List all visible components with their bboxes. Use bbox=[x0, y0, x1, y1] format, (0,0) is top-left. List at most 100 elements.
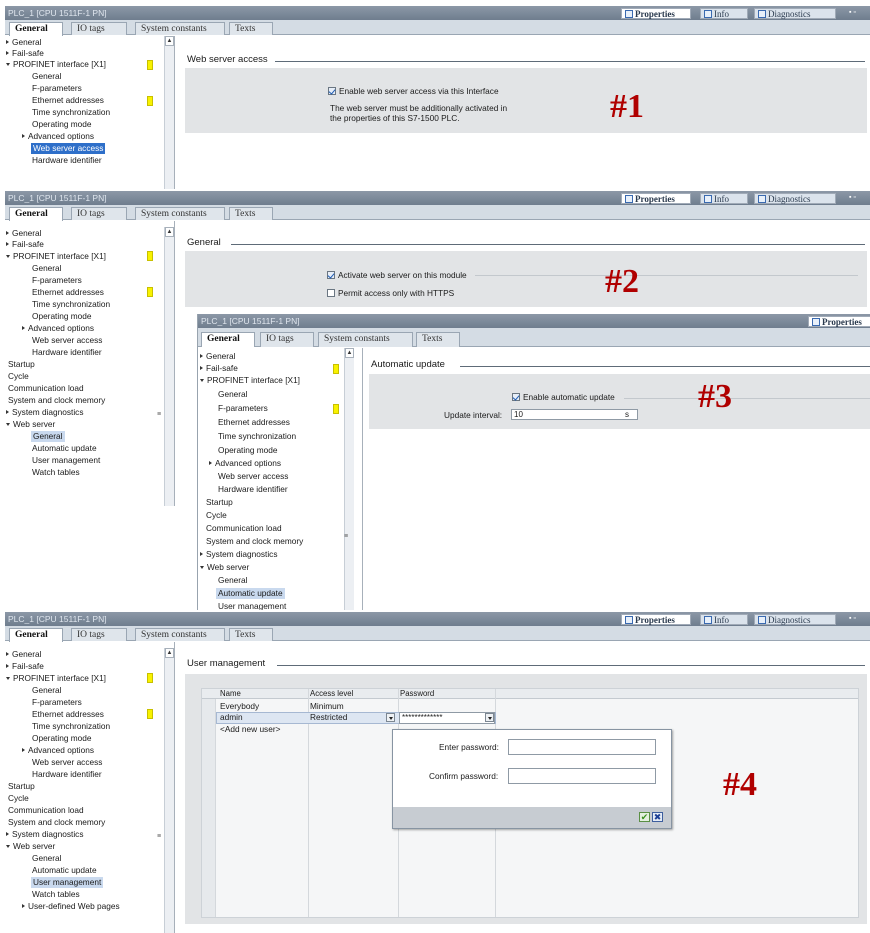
nav-auto-update[interactable]: Automatic update bbox=[32, 443, 97, 454]
nav-time-sync[interactable]: Time synchronization bbox=[32, 107, 110, 118]
nav-ws-general[interactable]: General bbox=[218, 575, 248, 586]
activate-web-server-checkbox[interactable]: Activate web server on this module bbox=[327, 270, 467, 280]
tab-info[interactable]: Info bbox=[700, 193, 748, 204]
expand-icon[interactable] bbox=[22, 326, 25, 330]
expand-icon[interactable] bbox=[6, 664, 9, 668]
nav-web-server[interactable]: Web server bbox=[6, 419, 55, 430]
expand-icon[interactable] bbox=[6, 40, 9, 44]
cancel-x-icon[interactable]: ✖ bbox=[652, 812, 663, 822]
expand-icon[interactable] bbox=[200, 366, 203, 370]
expand-icon[interactable] bbox=[22, 134, 25, 138]
tab-io-tags[interactable]: IO tags bbox=[71, 22, 127, 35]
scroll-up-icon[interactable]: ▲ bbox=[165, 36, 174, 46]
nav-advanced[interactable]: Advanced options bbox=[22, 323, 94, 334]
nav-startup[interactable]: Startup bbox=[8, 359, 35, 370]
tab-general[interactable]: General bbox=[9, 628, 63, 642]
scroll-up-icon[interactable]: ▲ bbox=[165, 227, 174, 237]
nav-web-access[interactable]: Web server access bbox=[32, 335, 102, 346]
nav-operating-mode[interactable]: Operating mode bbox=[32, 119, 92, 130]
nav-hw-id[interactable]: Hardware identifier bbox=[218, 484, 288, 495]
nav-comm-load[interactable]: Communication load bbox=[8, 805, 84, 816]
tab-general[interactable]: General bbox=[9, 22, 63, 36]
expand-icon[interactable] bbox=[6, 242, 9, 246]
nav-hw-id[interactable]: Hardware identifier bbox=[32, 155, 102, 166]
tab-properties[interactable]: Properties bbox=[621, 614, 691, 625]
nav-profinet[interactable]: PROFINET interface [X1] bbox=[6, 673, 106, 684]
nav-sys-clock[interactable]: System and clock memory bbox=[206, 536, 303, 547]
nav-advanced[interactable]: Advanced options bbox=[22, 745, 94, 756]
tab-properties[interactable]: Properties bbox=[621, 8, 691, 19]
nav-time-sync[interactable]: Time synchronization bbox=[218, 431, 296, 442]
nav-auto-update[interactable]: Automatic update bbox=[32, 865, 97, 876]
tab-texts[interactable]: Texts bbox=[229, 628, 273, 641]
https-only-checkbox[interactable]: Permit access only with HTTPS bbox=[327, 288, 454, 298]
scroll-up-icon[interactable]: ▲ bbox=[345, 348, 354, 358]
tab-system-constants[interactable]: System constants bbox=[318, 332, 413, 347]
nav-ethernet[interactable]: Ethernet addresses bbox=[218, 417, 290, 428]
nav-hw-id[interactable]: Hardware identifier bbox=[32, 769, 102, 780]
nav-f-parameters[interactable]: F-parameters bbox=[32, 697, 82, 708]
nav-web-access[interactable]: Web server access bbox=[218, 471, 288, 482]
update-interval-input[interactable]: 10 s bbox=[511, 409, 638, 420]
nav-operating-mode[interactable]: Operating mode bbox=[32, 733, 92, 744]
tab-texts[interactable]: Texts bbox=[416, 332, 460, 347]
nav-user-mgmt[interactable]: User management bbox=[218, 601, 286, 610]
nav-sys-diag[interactable]: System diagnostics bbox=[6, 407, 83, 418]
user-name-cell[interactable]: admin bbox=[220, 712, 243, 723]
nav-f-parameters[interactable]: F-parameters bbox=[32, 275, 82, 286]
collapse-icon[interactable] bbox=[200, 379, 204, 382]
tab-io-tags[interactable]: IO tags bbox=[71, 628, 127, 641]
nav-watch-tables[interactable]: Watch tables bbox=[32, 467, 80, 478]
tab-properties[interactable]: Properties bbox=[808, 316, 870, 327]
nav-profinet[interactable]: PROFINET interface [X1] bbox=[6, 251, 106, 262]
nav-ws-general[interactable]: General bbox=[32, 853, 62, 864]
expand-icon[interactable] bbox=[6, 652, 9, 656]
nav-advanced[interactable]: Advanced options bbox=[22, 131, 94, 142]
splitter-icon[interactable]: ≡ bbox=[344, 533, 352, 543]
tab-general[interactable]: General bbox=[201, 332, 255, 347]
collapse-icon[interactable] bbox=[6, 255, 10, 258]
tab-properties[interactable]: Properties bbox=[621, 193, 691, 204]
expand-icon[interactable] bbox=[22, 904, 25, 908]
nav-operating-mode[interactable]: Operating mode bbox=[218, 445, 278, 456]
nav-web-access[interactable]: Web server access bbox=[32, 757, 102, 768]
tab-system-constants[interactable]: System constants bbox=[135, 628, 225, 641]
nav-operating-mode[interactable]: Operating mode bbox=[32, 311, 92, 322]
nav-sub-general[interactable]: General bbox=[32, 71, 62, 82]
checkbox-icon[interactable] bbox=[328, 87, 336, 95]
enable-web-access-checkbox[interactable]: Enable web server access via this Interf… bbox=[328, 86, 499, 96]
nav-time-sync[interactable]: Time synchronization bbox=[32, 299, 110, 310]
splitter-icon[interactable]: ≡ bbox=[157, 833, 165, 843]
nav-auto-update[interactable]: Automatic update bbox=[216, 588, 285, 599]
nav-ethernet[interactable]: Ethernet addresses bbox=[32, 95, 104, 106]
add-new-user-cell[interactable]: <Add new user> bbox=[220, 724, 280, 735]
nav-web-server[interactable]: Web server bbox=[200, 562, 249, 573]
access-level-dropdown-icon[interactable] bbox=[386, 713, 395, 722]
window-controls-icon[interactable]: ▪ ▫ bbox=[849, 194, 861, 201]
nav-hw-id[interactable]: Hardware identifier bbox=[32, 347, 102, 358]
nav-sys-diag[interactable]: System diagnostics bbox=[6, 829, 83, 840]
nav-user-pages[interactable]: User-defined Web pages bbox=[22, 901, 120, 912]
nav-f-parameters[interactable]: F-parameters bbox=[32, 83, 82, 94]
password-field[interactable]: ************* bbox=[399, 712, 495, 724]
tab-diagnostics[interactable]: Diagnostics bbox=[754, 8, 836, 19]
nav-scrollbar[interactable]: ▲ bbox=[164, 36, 174, 189]
tab-system-constants[interactable]: System constants bbox=[135, 22, 225, 35]
nav-ethernet[interactable]: Ethernet addresses bbox=[32, 287, 104, 298]
nav-cycle[interactable]: Cycle bbox=[206, 510, 227, 521]
expand-icon[interactable] bbox=[209, 461, 212, 465]
tab-diagnostics[interactable]: Diagnostics bbox=[754, 614, 836, 625]
enable-auto-update-checkbox[interactable]: Enable automatic update bbox=[512, 392, 615, 402]
scroll-up-icon[interactable]: ▲ bbox=[165, 648, 174, 658]
tab-texts[interactable]: Texts bbox=[229, 207, 273, 220]
confirm-check-icon[interactable]: ✔ bbox=[639, 812, 650, 822]
tab-io-tags[interactable]: IO tags bbox=[71, 207, 127, 220]
expand-icon[interactable] bbox=[6, 231, 9, 235]
checkbox-icon[interactable] bbox=[327, 271, 335, 279]
nav-sys-clock[interactable]: System and clock memory bbox=[8, 817, 105, 828]
nav-sys-diag[interactable]: System diagnostics bbox=[200, 549, 277, 560]
splitter-icon[interactable]: ≡ bbox=[157, 411, 165, 421]
nav-user-mgmt[interactable]: User management bbox=[31, 877, 104, 888]
nav-general[interactable]: General bbox=[6, 37, 42, 48]
tab-info[interactable]: Info bbox=[700, 8, 748, 19]
